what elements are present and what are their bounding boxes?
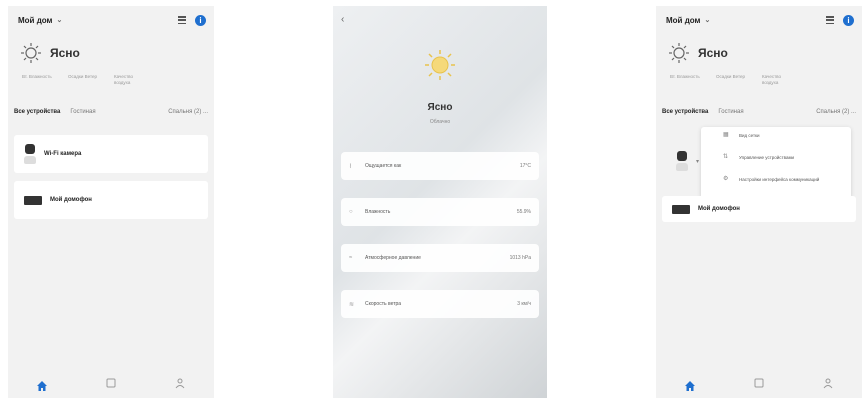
home-name: Мой дом xyxy=(666,15,701,25)
back-arrow-icon[interactable]: ‹ xyxy=(341,14,344,25)
stat-item: Вт. Влажность xyxy=(670,74,700,79)
scenes-icon[interactable] xyxy=(105,376,117,394)
chevron-down-icon: ▾ xyxy=(696,159,700,165)
home-selector[interactable]: Мой дом ⌄ xyxy=(666,16,710,25)
intercom-icon xyxy=(24,195,42,205)
header: Мой дом ⌄ i xyxy=(18,12,206,28)
row-label: Атмосферное давление xyxy=(365,255,421,261)
weather-row: ≋ Скорость ветра 3 км/ч xyxy=(341,290,539,318)
row-value: 3 км/ч xyxy=(517,301,531,307)
phone-screen-home: Мой дом ⌄ i Ясно Вт. Влажность Осадки Ве… xyxy=(8,6,214,398)
home-selector[interactable]: Мой дом ⌄ xyxy=(18,16,62,25)
tab-living-room[interactable]: Гостиная xyxy=(718,109,743,115)
weather-stats: Вт. Влажность Осадки Ветер Качество возд… xyxy=(670,74,794,85)
camera-icon xyxy=(676,151,688,171)
phone-screen-home-menu: Мой дом ⌄ i Ясно Вт. Влажность Осадки Ве… xyxy=(656,6,862,398)
weather-title: Ясно xyxy=(427,102,453,113)
pressure-icon: ≈ xyxy=(349,255,353,261)
row-label: Влажность xyxy=(365,209,391,215)
profile-icon[interactable] xyxy=(174,376,186,394)
tab-more[interactable]: Спальня (2) ... xyxy=(168,109,208,115)
weather-stats: Вт. Влажность Осадки Ветер Качество возд… xyxy=(22,74,146,85)
sun-icon xyxy=(423,48,457,82)
menu-item-interface-settings[interactable]: ⚙ Настройки интерфейса коммуникаций xyxy=(723,176,820,183)
menu-label: Вид сетки xyxy=(739,133,760,138)
scenes-icon[interactable] xyxy=(753,376,765,394)
bottom-nav xyxy=(8,372,214,398)
tab-all-devices[interactable]: Все устройства xyxy=(14,109,60,115)
home-icon[interactable] xyxy=(36,379,48,391)
weather-label: Ясно xyxy=(50,46,80,60)
list-icon[interactable] xyxy=(178,16,186,24)
weather-widget[interactable]: Ясно xyxy=(668,42,728,64)
weather-label: Ясно xyxy=(698,46,728,60)
device-card[interactable]: Мой домофон xyxy=(14,181,208,219)
info-icon[interactable]: i xyxy=(195,14,206,26)
menu-item-grid-view[interactable]: ▦ Вид сетки xyxy=(723,132,760,139)
chevron-down-icon: ⌄ xyxy=(704,17,711,24)
info-icon[interactable]: i xyxy=(843,14,854,26)
tab-more[interactable]: Спальня (2) ... xyxy=(816,109,856,115)
stat-item: Качество воздуха xyxy=(114,74,134,85)
row-value: 55.9% xyxy=(516,209,531,215)
weather-row: ⌇ Ощущается как 17°C xyxy=(341,152,539,180)
row-label: Ощущается как xyxy=(365,163,402,169)
stat-item: Осадки Ветер xyxy=(68,74,97,79)
camera-icon xyxy=(24,144,36,164)
weather-row: ≈ Атмосферное давление 1013 hPa xyxy=(341,244,539,272)
room-tabs: Все устройства Гостиная Спальня (2) ... xyxy=(662,109,856,115)
profile-icon[interactable] xyxy=(822,376,834,394)
intercom-icon xyxy=(672,204,690,214)
wind-icon: ≋ xyxy=(349,301,355,308)
phone-screen-weather: ‹ Ясно Облачно ⌇ Ощущается как 17°C ○ Вл… xyxy=(333,6,547,398)
room-tabs: Все устройства Гостиная Спальня (2) ... xyxy=(14,109,208,115)
thermometer-icon: ⌇ xyxy=(349,163,352,170)
stat-item: Качество воздуха xyxy=(762,74,782,85)
row-value: 1013 hPa xyxy=(509,255,531,261)
sun-icon xyxy=(20,42,42,64)
row-label: Скорость ветра xyxy=(365,301,402,307)
options-menu: ▦ Вид сетки ⇅ Управление устройствами ⚙ … xyxy=(701,127,851,199)
stat-item: Вт. Влажность xyxy=(22,74,52,79)
settings-icon: ⚙ xyxy=(723,176,729,182)
grid-icon: ▦ xyxy=(723,132,729,138)
tab-all-devices[interactable]: Все устройства xyxy=(662,109,708,115)
menu-label: Управление устройствами xyxy=(739,155,795,160)
chevron-down-icon: ⌄ xyxy=(56,17,63,24)
list-icon[interactable] xyxy=(826,16,834,24)
weather-widget[interactable]: Ясно xyxy=(20,42,80,64)
home-name: Мой дом xyxy=(18,15,53,25)
device-card[interactable]: Мой домофон xyxy=(662,196,856,222)
device-card[interactable]: Wi-Fi камера xyxy=(14,135,208,173)
header: Мой дом ⌄ i xyxy=(666,12,854,28)
sort-icon: ⇅ xyxy=(723,154,729,160)
sun-icon xyxy=(668,42,690,64)
tab-living-room[interactable]: Гостиная xyxy=(70,109,95,115)
row-value: 17°C xyxy=(519,163,531,169)
bottom-nav xyxy=(656,372,862,398)
stat-item: Осадки Ветер xyxy=(716,74,745,79)
menu-item-manage-devices[interactable]: ⇅ Управление устройствами xyxy=(723,154,795,161)
weather-subtitle: Облачно xyxy=(429,119,451,125)
menu-label: Настройки интерфейса коммуникаций xyxy=(739,177,820,182)
device-name: Мой домофон xyxy=(698,206,740,212)
device-name: Wi-Fi камера xyxy=(44,151,82,157)
device-name: Мой домофон xyxy=(50,197,92,203)
humidity-icon: ○ xyxy=(349,209,353,215)
weather-row: ○ Влажность 55.9% xyxy=(341,198,539,226)
home-icon[interactable] xyxy=(684,379,696,391)
